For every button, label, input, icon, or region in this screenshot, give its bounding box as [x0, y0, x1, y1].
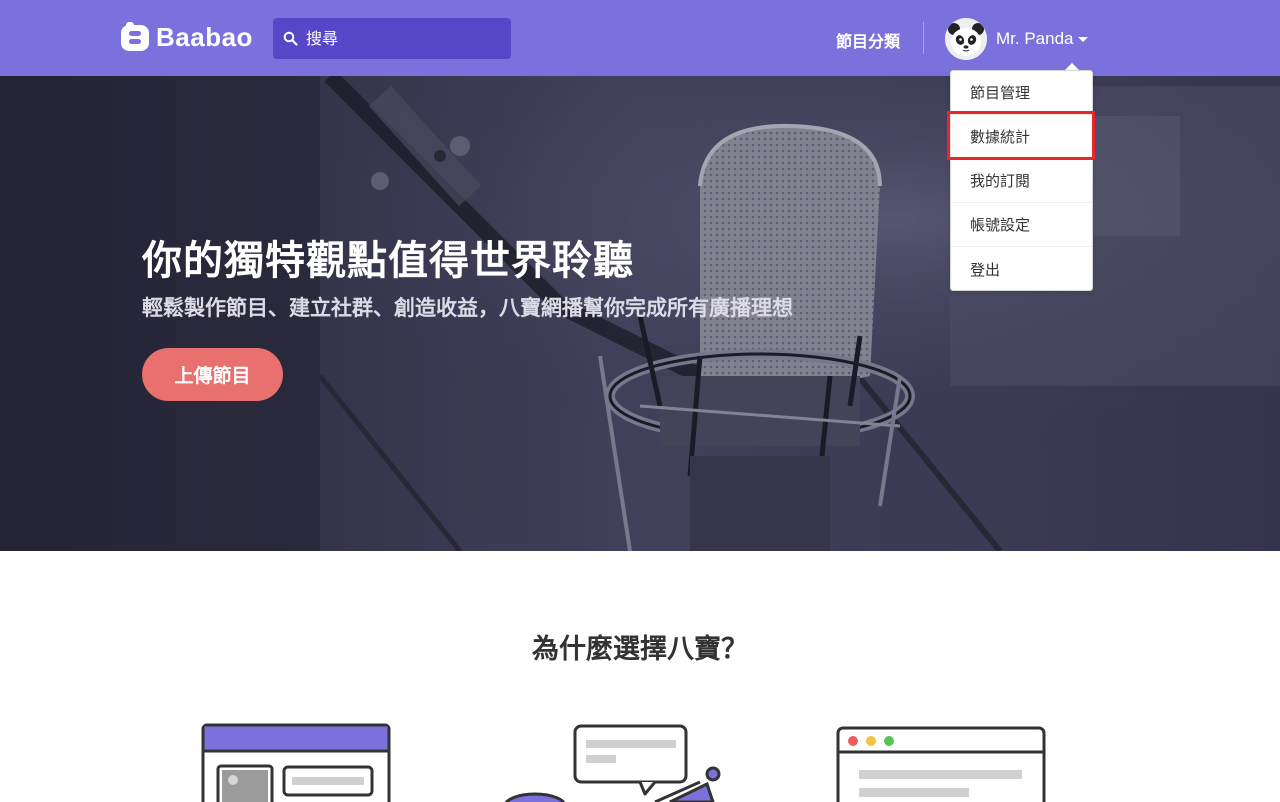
search-input[interactable]	[306, 29, 496, 48]
menu-item-logout[interactable]: 登出	[951, 247, 1092, 291]
section-title: 為什麼選擇八寶？	[532, 634, 748, 665]
logo[interactable]: Baabao	[120, 22, 253, 52]
panda-avatar-icon	[945, 18, 987, 60]
search-icon	[283, 31, 298, 46]
highlight-box	[947, 111, 1095, 160]
menu-item-program-management[interactable]: 節目管理	[951, 71, 1092, 115]
feature-browser-illustration	[836, 726, 1046, 802]
nav-divider	[923, 22, 924, 54]
nav-categories-link[interactable]: 節目分類	[836, 28, 900, 52]
feature-website-illustration	[201, 723, 391, 802]
menu-item-account-settings[interactable]: 帳號設定	[951, 203, 1092, 247]
upload-episode-button[interactable]: 上傳節目	[142, 348, 283, 401]
hero-title: 你的獨特觀點值得世界聆聽	[142, 238, 634, 284]
user-dropdown-menu: 節目管理 數據統計 我的訂閱 帳號設定 登出	[950, 70, 1093, 291]
baabao-logo-icon	[121, 22, 149, 51]
logo-text: Baabao	[156, 21, 253, 52]
menu-item-my-subscriptions[interactable]: 我的訂閱	[951, 159, 1092, 203]
user-name: Mr. Panda	[996, 29, 1074, 48]
hero-subtitle: 輕鬆製作節目、建立社群、創造收益，八寶網播幫你完成所有廣播理想	[142, 296, 793, 320]
user-menu-toggle[interactable]: Mr. Panda	[945, 18, 1088, 60]
feature-community-illustration	[504, 724, 721, 802]
search-box[interactable]	[273, 18, 511, 59]
avatar	[945, 18, 987, 60]
top-navbar: Baabao 節目分類 Mr. Panda	[0, 0, 1280, 76]
caret-down-icon	[1077, 36, 1088, 42]
